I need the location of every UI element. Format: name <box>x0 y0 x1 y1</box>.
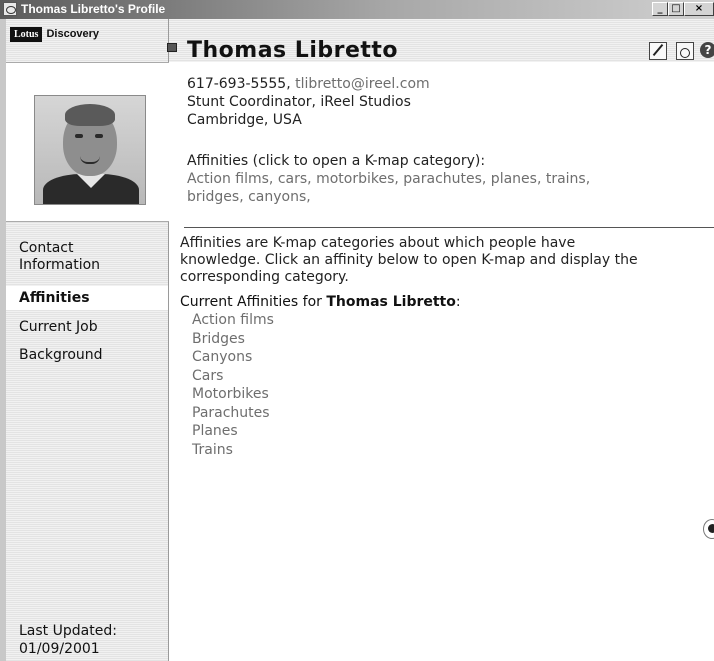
affinity-item[interactable]: Trains <box>192 441 274 460</box>
bullet-icon <box>167 43 177 52</box>
affinities-summary-links[interactable]: Action films, cars, motorbikes, parachut… <box>187 170 590 188</box>
photo-area <box>6 62 169 222</box>
affinities-summary-links[interactable]: bridges, canyons, <box>187 188 311 206</box>
affinities-description: Affinities are K-map categories about wh… <box>180 235 710 286</box>
page-title: Thomas Libretto <box>187 38 399 63</box>
last-updated: Last Updated: 01/09/2001 <box>19 622 117 658</box>
sidebar-item-label: Current Job <box>19 319 98 335</box>
sidebar-item-affinities[interactable]: Affinities <box>6 286 168 310</box>
logo-lotus: Lotus <box>10 27 43 42</box>
sidebar-item-background[interactable]: Background <box>6 347 168 364</box>
lotus-discovery-logo: Lotus Discovery <box>10 22 99 42</box>
sidebar-item-current-job[interactable]: Current Job <box>6 319 168 336</box>
current-affinities-prefix: Current Affinities for <box>180 294 327 310</box>
window-title: Thomas Libretto's Profile <box>21 2 166 16</box>
edit-icon[interactable] <box>649 42 667 60</box>
description-line: knowledge. Click an affinity below to op… <box>180 252 638 268</box>
affinity-item[interactable]: Planes <box>192 422 274 441</box>
minimize-button[interactable]: _ <box>652 2 668 16</box>
maximize-button[interactable]: □ <box>668 2 684 16</box>
affinity-item[interactable]: Action films <box>192 311 274 330</box>
job-title: Stunt Coordinator, iReel Studios <box>187 94 411 110</box>
email-link[interactable]: tlibretto@ireel.com <box>295 76 430 92</box>
app-icon <box>3 2 17 16</box>
description-line: Affinities are K-map categories about wh… <box>180 235 576 251</box>
affinity-item[interactable]: Bridges <box>192 330 274 349</box>
current-affinities-suffix: : <box>455 294 461 310</box>
document-icon[interactable] <box>676 42 694 60</box>
window-title-bar[interactable]: Thomas Libretto's Profile _ □ × <box>0 0 714 19</box>
sidebar-item-label: Background <box>19 347 103 363</box>
description-line: corresponding category. <box>180 269 349 285</box>
current-affinities-heading: Current Affinities for Thomas Libretto: <box>180 293 461 311</box>
location: Cambridge, USA <box>187 112 302 128</box>
affinities-summary-label: Affinities (click to open a K-map catego… <box>187 153 486 169</box>
help-icon[interactable]: ? <box>700 42 714 58</box>
last-updated-label: Last Updated: <box>19 623 117 639</box>
affinity-item[interactable]: Cars <box>192 367 274 386</box>
affinity-item[interactable]: Canyons <box>192 348 274 367</box>
sidebar-item-contact-information[interactable]: Contact Information <box>6 240 168 274</box>
affinity-item[interactable]: Parachutes <box>192 404 274 423</box>
close-button[interactable]: × <box>684 2 714 16</box>
sidebar-item-label: Contact <box>19 240 74 256</box>
affinity-item[interactable]: Motorbikes <box>192 385 274 404</box>
sidebar-item-label: Information <box>19 257 101 273</box>
contact-separator: , <box>286 76 296 92</box>
section-divider <box>184 227 714 228</box>
back-arrow-icon[interactable] <box>703 519 714 539</box>
contact-line: 617-693-5555, tlibretto@ireel.com <box>187 75 430 93</box>
last-updated-date: 01/09/2001 <box>19 641 100 657</box>
phone-number: 617-693-5555 <box>187 76 287 92</box>
sidebar-item-label: Affinities <box>19 290 90 306</box>
affinities-list: Action films Bridges Canyons Cars Motorb… <box>192 311 274 459</box>
profile-photo <box>34 95 146 205</box>
current-affinities-name: Thomas Libretto <box>326 294 456 310</box>
logo-discovery: Discovery <box>46 28 100 40</box>
